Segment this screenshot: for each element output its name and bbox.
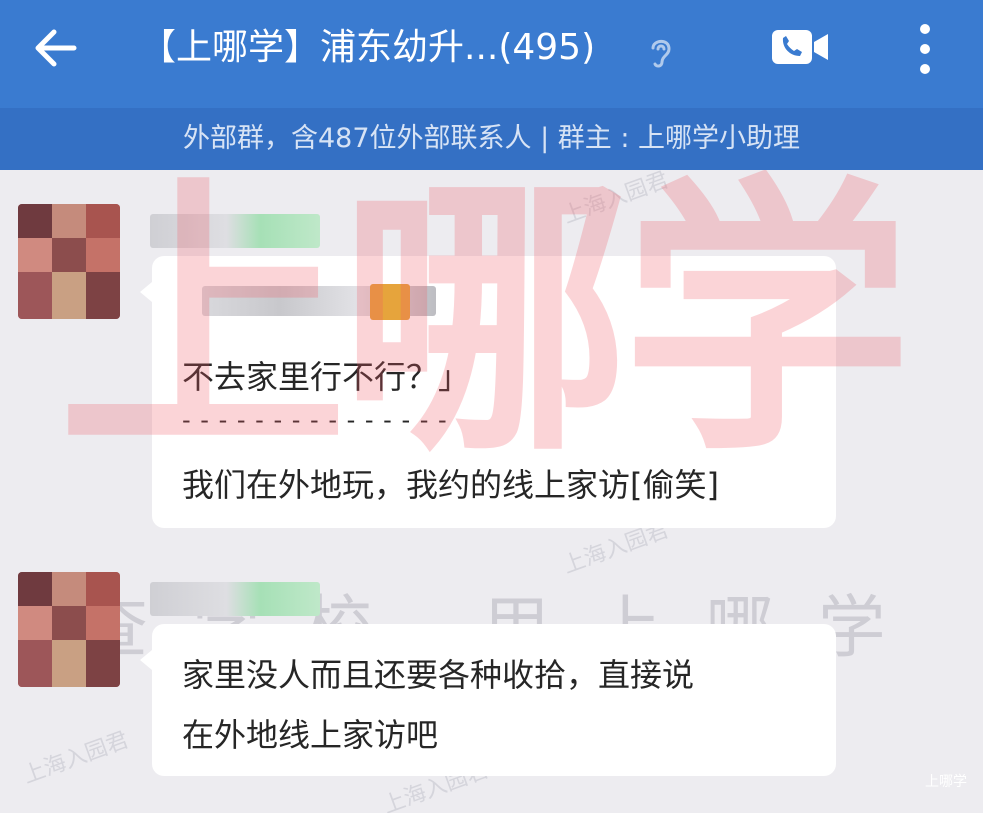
- message-bubble[interactable]: 家里没人而且还要各种收拾，直接说 在外地线上家访吧: [140, 624, 836, 776]
- ear-icon: [651, 39, 671, 68]
- chat-title: 【上哪学】浦东幼升...(495): [140, 27, 596, 68]
- group-info-bar[interactable]: 外部群，含487位外部联系人 | 群主 : 上哪学小助理: [0, 108, 983, 170]
- video-call-icon: [772, 30, 828, 64]
- chat-area[interactable]: 查学校 用上哪学 上海入园君 上海入园君 上海入园君 上海入园君 不去家里行不行…: [0, 170, 983, 813]
- video-call-button[interactable]: [770, 26, 832, 68]
- more-options-button[interactable]: [912, 22, 938, 76]
- more-vertical-icon: [920, 24, 930, 74]
- app-bar: 【上哪学】浦东幼升...(495): [0, 0, 983, 108]
- corner-watermark: 上哪学: [925, 774, 967, 790]
- avatar[interactable]: [18, 572, 120, 687]
- watermark-small: 上海入园君: [19, 727, 132, 789]
- message-line: 家里没人而且还要各种收拾，直接说: [182, 656, 695, 694]
- arrow-left-icon: [35, 29, 77, 67]
- watermark-logo: 上哪学: [58, 170, 912, 490]
- back-button[interactable]: [28, 24, 82, 72]
- sender-name: [150, 582, 320, 616]
- message-line: 在外地线上家访吧: [182, 716, 439, 754]
